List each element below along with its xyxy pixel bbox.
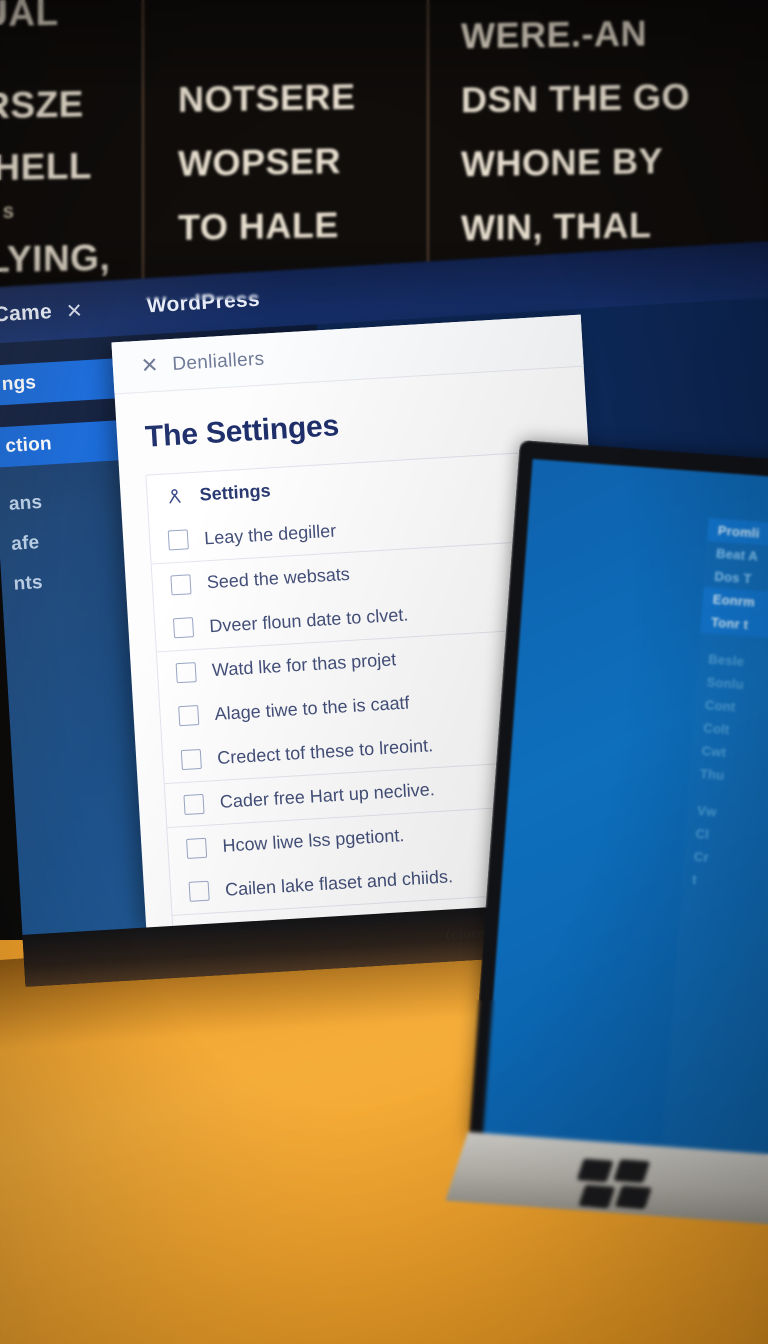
dialog-header-label: Denliallers — [171, 348, 265, 375]
checkbox-label: Hcow liwe lss pgetiont. — [221, 825, 405, 856]
checkbox[interactable] — [180, 748, 202, 771]
sidebar-item-label: ction — [4, 433, 53, 457]
poster-line: DSN THE GO — [461, 75, 691, 121]
poster-line: WERE.-AN — [461, 12, 647, 57]
poster-line: TUAL — [0, 0, 59, 35]
checkbox-label: Leay the degiller — [203, 520, 337, 548]
poster-line: NOTSERE — [178, 75, 356, 120]
checkbox-label: Cailen lake flaset and chiids. — [224, 865, 454, 900]
close-icon[interactable]: ✕ — [65, 298, 84, 324]
checkbox[interactable] — [188, 880, 210, 902]
keyboard-key[interactable] — [576, 1158, 614, 1183]
laptop-side-panel: Promli Beat A Dos T Eonrm Tonr t Besle S… — [663, 518, 768, 1157]
keyboard-key[interactable] — [578, 1184, 616, 1209]
poster-line: ERSZE — [0, 83, 84, 127]
sidebar-item-label: afe — [10, 532, 40, 555]
checkbox-label: Dveer floun date to clvet. — [208, 603, 409, 636]
poster-left: TUAL LIVE ERSZE WHELL PARIS OLYING, CLIV… — [0, 0, 144, 314]
poster-line: TO HALE — [178, 204, 339, 248]
settings-section-label: Settings — [199, 479, 272, 505]
keyboard-key[interactable] — [613, 1159, 651, 1184]
laptop-screen: Promli Beat A Dos T Eonrm Tonr t Besle S… — [482, 458, 768, 1158]
checkbox-label: Seed the websats — [206, 563, 351, 593]
sidebar-item-label: ans — [8, 491, 43, 515]
browser-tab-wordpress[interactable]: WordPress — [146, 288, 260, 319]
checkbox-label: Alage tiwe to the is caatf — [214, 692, 411, 724]
checkbox[interactable] — [186, 837, 208, 859]
browser-tab-came[interactable]: Came ✕ — [0, 298, 84, 328]
tab-label: Came — [0, 300, 53, 327]
poster-line: LIVE — [0, 42, 142, 76]
tab-label: WordPress — [146, 287, 261, 318]
checkbox[interactable] — [172, 617, 195, 639]
close-icon[interactable]: ✕ — [140, 353, 159, 379]
checkbox[interactable] — [183, 793, 205, 815]
poster-line: WHELL — [0, 145, 93, 189]
checkbox[interactable] — [178, 705, 200, 727]
checkbox[interactable] — [167, 529, 189, 551]
checkbox[interactable] — [175, 661, 197, 683]
checkbox-label: Watd lke for thas projet — [211, 649, 397, 681]
poster-line: PARIS — [0, 204, 16, 223]
sidebar-item-label: ngs — [1, 372, 37, 396]
poster-line: WOPSER — [178, 140, 342, 184]
sidebar-item-label: nts — [12, 572, 44, 595]
laptop-list-item: t — [691, 871, 698, 888]
poster-line: WHONE BY — [461, 140, 663, 185]
checkbox-label: Credect tof these to lreoint. — [216, 734, 434, 768]
user-icon — [165, 487, 184, 506]
checkbox-label: Cader free Hart up neclive. — [219, 779, 436, 812]
keyboard-key[interactable] — [614, 1185, 652, 1210]
checkbox[interactable] — [170, 573, 192, 595]
